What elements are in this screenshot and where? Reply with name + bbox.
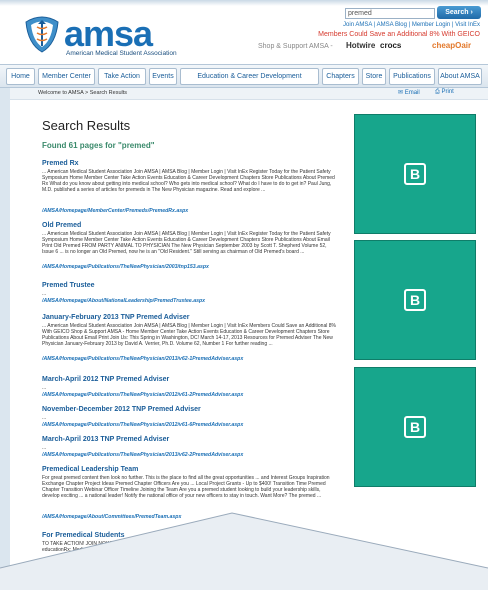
- result-url[interactable]: /AMSA/Homepage/About/NationalLeadership/…: [42, 298, 336, 304]
- result-url[interactable]: /AMSA/Homepage/Publications/TheNewPhysic…: [42, 422, 336, 428]
- result-snippet: TO TAKE ACTION! JOIN NOW!... Headquarter…: [42, 541, 328, 553]
- result-item: Premed Trustee ... /AMSA/Homepage/About/…: [42, 282, 336, 304]
- cheapoair-logo[interactable]: cheapOair: [432, 41, 471, 50]
- nav-publications[interactable]: Publications: [389, 68, 435, 85]
- result-title[interactable]: Old Premed: [42, 222, 336, 229]
- result-title[interactable]: For Premedical Students: [42, 532, 336, 539]
- search-input[interactable]: premed: [345, 8, 435, 19]
- email-link[interactable]: ✉ Email: [398, 89, 420, 96]
- nav-education-career[interactable]: Education & Career Development: [180, 68, 319, 85]
- result-snippet: ... American Medical Student Association…: [42, 169, 335, 193]
- nav-take-action[interactable]: Take Action: [98, 68, 146, 85]
- result-title[interactable]: March-April 2012 TNP Premed Adviser: [42, 376, 336, 383]
- shop-support-label: Shop & Support AMSA -: [258, 43, 333, 50]
- b-logo-icon: B: [404, 289, 426, 311]
- email-label: Email: [404, 90, 420, 96]
- result-url[interactable]: /AMSA/Homepage/Publications/TheNewPhysic…: [42, 264, 336, 270]
- amsa-logo[interactable]: amsa American Medical Student Associatio…: [22, 14, 212, 60]
- result-title[interactable]: Premed Trustee: [42, 282, 336, 289]
- results-count: Found 61 pages for "premed": [42, 141, 155, 150]
- result-url[interactable]: /AMSA/Homepage/Publications/TheNewPhysic…: [42, 392, 336, 398]
- result-snippet: ...: [42, 445, 47, 451]
- b-logo-icon: B: [404, 416, 426, 438]
- result-snippet: ...: [42, 291, 47, 297]
- nav-store[interactable]: Store: [362, 68, 386, 85]
- result-item: For Premedical Students TO TAKE ACTION! …: [42, 532, 336, 566]
- result-snippet: ...: [42, 415, 47, 421]
- result-item: Premedical Leadership Team For great pre…: [42, 466, 336, 520]
- print-link[interactable]: ⎙ Print: [435, 89, 454, 96]
- result-snippet: ... American Medical Student Association…: [42, 231, 331, 255]
- result-item: March-April 2012 TNP Premed Adviser ... …: [42, 376, 336, 398]
- result-title[interactable]: Premedical Leadership Team: [42, 466, 336, 473]
- nav-member-center[interactable]: Member Center: [38, 68, 95, 85]
- sidebar-ad[interactable]: B: [354, 240, 476, 360]
- nav-events[interactable]: Events: [149, 68, 177, 85]
- email-icon: ✉: [398, 90, 404, 96]
- sidebar-ad[interactable]: B: [354, 114, 476, 234]
- result-item: January-February 2013 TNP Premed Adviser…: [42, 314, 336, 362]
- logo-wordmark: amsa: [64, 13, 153, 54]
- result-url[interactable]: /AMSA/H...: [42, 560, 336, 566]
- nav-home[interactable]: Home: [6, 68, 35, 85]
- result-title[interactable]: January-February 2013 TNP Premed Adviser: [42, 314, 336, 321]
- print-icon: ⎙: [435, 89, 440, 95]
- result-title[interactable]: November-December 2012 TNP Premed Advise…: [42, 406, 336, 413]
- result-url[interactable]: /AMSA/Homepage/About/Committees/PremedTe…: [42, 514, 336, 520]
- main-content: Welcome to AMSA > Search Results ✉ Email…: [10, 88, 488, 590]
- breadcrumb[interactable]: Welcome to AMSA > Search Results: [38, 90, 127, 96]
- left-gutter: [0, 88, 10, 590]
- hotwire-logo[interactable]: Hotwire: [346, 41, 375, 50]
- caduceus-shield-icon: [25, 16, 59, 53]
- breadcrumb-bar: Welcome to AMSA > Search Results ✉ Email…: [10, 88, 488, 100]
- main-nav: Home Member Center Take Action Events Ed…: [0, 64, 488, 88]
- result-url[interactable]: /AMSA/Homepage/Publications/TheNewPhysic…: [42, 452, 336, 458]
- result-url[interactable]: /AMSA/Homepage/Publications/TheNewPhysic…: [42, 356, 336, 362]
- result-url[interactable]: /AMSA/Homepage/MemberCenter/Premeds/Prem…: [42, 208, 336, 214]
- result-item: March-April 2013 TNP Premed Adviser ... …: [42, 436, 336, 458]
- sidebar-ad[interactable]: B: [354, 367, 476, 487]
- result-title[interactable]: Premed Rx: [42, 160, 336, 167]
- nav-chapters[interactable]: Chapters: [322, 68, 359, 85]
- site-header: amsa American Medical Student Associatio…: [0, 0, 488, 64]
- result-item: November-December 2012 TNP Premed Advise…: [42, 406, 336, 428]
- top-links[interactable]: Join AMSA | AMSA Blog | Member Login | V…: [343, 22, 480, 28]
- geico-promo-link[interactable]: Members Could Save an Additional 8% With…: [318, 31, 480, 38]
- result-item: Old Premed ... American Medical Student …: [42, 222, 336, 270]
- result-item: Premed Rx ... American Medical Student A…: [42, 160, 336, 214]
- search-button[interactable]: Search ›: [437, 6, 481, 19]
- result-snippet: For great premed content then look no fu…: [42, 475, 330, 499]
- result-snippet: ... American Medical Student Association…: [42, 323, 336, 347]
- header-top-band: [0, 0, 488, 6]
- crocs-logo[interactable]: crocs: [380, 41, 401, 50]
- print-label: Print: [441, 89, 454, 95]
- result-title[interactable]: March-April 2013 TNP Premed Adviser: [42, 436, 336, 443]
- logo-subtitle: American Medical Student Association: [66, 50, 177, 57]
- result-snippet: ...: [42, 385, 47, 391]
- b-logo-icon: B: [404, 163, 426, 185]
- page-title: Search Results: [42, 118, 131, 133]
- nav-about-amsa[interactable]: About AMSA: [438, 68, 482, 85]
